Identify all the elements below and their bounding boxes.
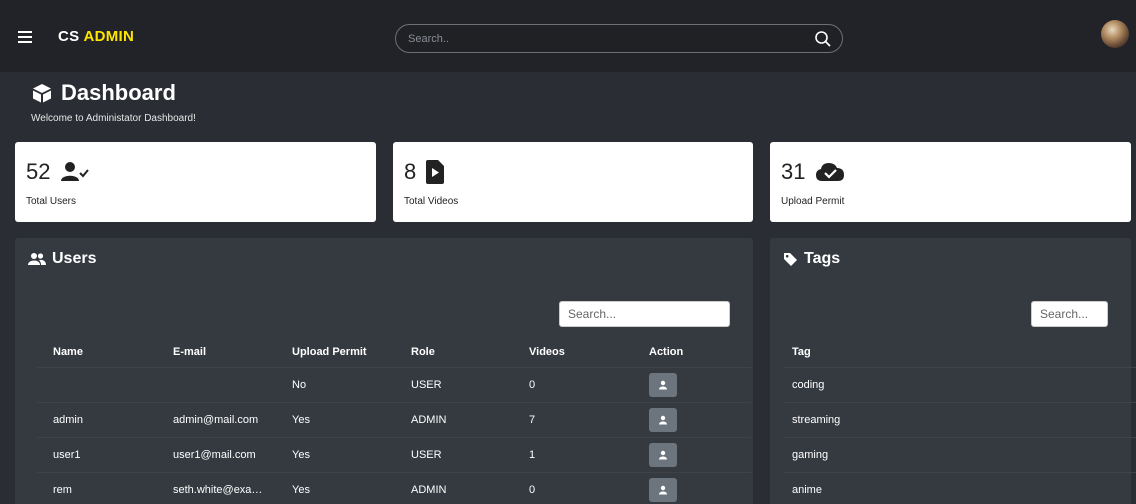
cell-videos: 0 (513, 471, 633, 504)
cube-icon (33, 84, 51, 103)
cell-name: rem (37, 471, 157, 504)
tags-panel-title: Tags (783, 250, 840, 268)
table-row: user1 user1@mail.com Yes USER 1 (37, 436, 751, 472)
top-navbar: CS ADMIN (0, 0, 1136, 72)
cell-name (37, 366, 157, 402)
cell-email: seth.white@exa… (157, 471, 276, 504)
cell-upload: Yes (276, 401, 395, 437)
cell-tag: anime (784, 471, 1136, 504)
table-row: No USER 0 (37, 366, 751, 402)
stat-videos-value-wrap: 8 (404, 159, 445, 185)
users-search-input[interactable] (559, 301, 730, 327)
brand-accent: ADMIN (83, 28, 135, 45)
cell-action (633, 471, 751, 504)
stat-upload-value: 31 (781, 159, 806, 184)
stat-upload-label: Upload Permit (781, 196, 845, 207)
cell-email (157, 366, 276, 402)
stat-card-users: 52 Total Users (15, 142, 376, 222)
table-row: streaming (784, 401, 1136, 437)
cell-videos: 1 (513, 436, 633, 472)
table-row: gaming (784, 436, 1136, 472)
brand-logo[interactable]: CS ADMIN (58, 28, 134, 45)
global-search-input[interactable] (408, 31, 788, 47)
col-tag[interactable]: Tag (784, 337, 1136, 367)
tags-panel-title-text: Tags (804, 250, 841, 267)
user-check-icon (61, 162, 90, 181)
cell-upload: Yes (276, 471, 395, 504)
users-table-header: Name E-mail Upload Permit Role Videos Ac… (37, 337, 751, 367)
col-videos[interactable]: Videos (513, 337, 633, 367)
user-action-button[interactable] (649, 407, 677, 432)
tags-search-input[interactable] (1031, 301, 1108, 327)
stat-card-videos: 8 Total Videos (393, 142, 753, 222)
stat-users-value: 52 (26, 159, 51, 184)
cell-action (633, 436, 751, 472)
tags-table-header: Tag (784, 337, 1136, 367)
user-action-button[interactable] (649, 372, 677, 397)
cell-upload: Yes (276, 436, 395, 472)
user-icon (659, 485, 667, 495)
cell-videos: 7 (513, 401, 633, 437)
table-row: rem seth.white@exa… Yes ADMIN 0 (37, 471, 751, 504)
avatar[interactable] (1101, 20, 1129, 48)
stat-card-upload: 31 Upload Permit (770, 142, 1131, 222)
col-name[interactable]: Name (37, 337, 157, 367)
cell-email: admin@mail.com (157, 401, 276, 437)
users-icon (28, 253, 46, 265)
user-action-button[interactable] (649, 442, 677, 467)
tag-icon (784, 252, 797, 266)
cell-tag: streaming (784, 401, 1136, 437)
stat-users-label: Total Users (26, 196, 77, 207)
table-row: admin admin@mail.com Yes ADMIN 7 (37, 401, 751, 437)
page-title-text: Dashboard (61, 80, 176, 105)
stat-upload-value-wrap: 31 (781, 159, 845, 185)
user-icon (659, 415, 667, 424)
users-panel: Users Name E-mail Upload Permit Role Vid… (15, 238, 753, 504)
page-subtitle: Welcome to Administator Dashboard! (31, 113, 196, 124)
cell-action (633, 366, 751, 402)
cell-upload: No (276, 366, 395, 402)
brand-prefix: CS (58, 28, 80, 45)
cell-name: admin (37, 401, 157, 437)
cell-name: user1 (37, 436, 157, 472)
stat-videos-value: 8 (404, 159, 417, 184)
user-action-button[interactable] (649, 477, 677, 502)
cell-videos: 0 (513, 366, 633, 402)
cell-email: user1@mail.com (157, 436, 276, 472)
cell-role: USER (395, 366, 513, 402)
users-panel-title: Users (28, 250, 96, 268)
search-icon[interactable] (813, 29, 833, 49)
page-title: Dashboard (31, 80, 176, 106)
cell-tag: gaming (784, 436, 1136, 472)
cell-role: ADMIN (395, 401, 513, 437)
col-email[interactable]: E-mail (157, 337, 276, 367)
tags-panel: Tags Tag coding streaming gaming anime (770, 238, 1136, 504)
user-icon (659, 380, 667, 389)
stat-users-value-wrap: 52 (26, 159, 90, 185)
menu-icon[interactable] (18, 31, 32, 43)
global-search (395, 24, 843, 53)
users-panel-title-text: Users (52, 250, 97, 267)
cell-action (633, 401, 751, 437)
stat-videos-label: Total Videos (404, 196, 459, 207)
col-role[interactable]: Role (395, 337, 513, 367)
tags-table: Tag coding streaming gaming anime (784, 337, 1136, 504)
cell-role: USER (395, 436, 513, 472)
file-video-icon (426, 160, 445, 184)
user-icon (659, 450, 667, 459)
cell-role: ADMIN (395, 471, 513, 504)
table-row: anime (784, 471, 1136, 504)
users-table: Name E-mail Upload Permit Role Videos Ac… (37, 337, 751, 504)
col-upload-permit[interactable]: Upload Permit (276, 337, 395, 367)
col-action[interactable]: Action (633, 337, 751, 367)
table-row: coding (784, 366, 1136, 402)
cell-tag: coding (784, 366, 1136, 402)
cloud-check-icon (816, 163, 845, 181)
